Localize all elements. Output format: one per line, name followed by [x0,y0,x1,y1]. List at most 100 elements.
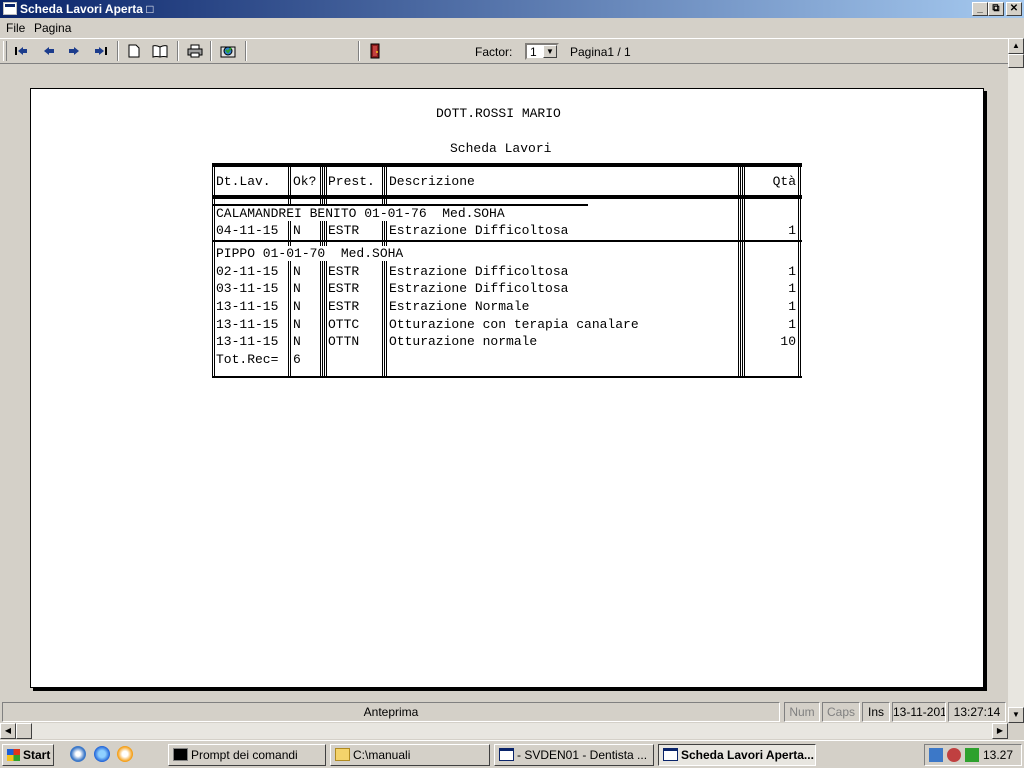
table-border [212,376,802,378]
close-button[interactable]: ✕ [1006,2,1022,16]
cell-ok: N [293,299,301,314]
scroll-right-icon[interactable]: ▶ [992,723,1008,739]
menu-file[interactable]: File [6,21,25,35]
window-icon [663,748,678,761]
cell-desc: Otturazione con terapia canalare [389,317,639,332]
header-desc: Descrizione [389,174,475,189]
first-page-icon[interactable] [12,42,30,60]
table-border [212,240,802,242]
cell-desc: Estrazione Difficoltosa [389,281,569,296]
cell-desc: Estrazione Normale [389,299,530,314]
cell-qty: 1 [788,317,796,332]
scroll-corner [1008,723,1024,739]
export-icon[interactable] [219,42,237,60]
task-button-folder[interactable]: C:\manuali [330,744,490,766]
scroll-up-icon[interactable]: ▲ [1008,38,1024,54]
scroll-down-icon[interactable]: ▼ [1008,707,1024,723]
toolbar-separator [245,41,247,61]
window-title: Scheda Lavori Aperta □ [20,2,154,16]
single-page-icon[interactable] [125,42,143,60]
header-date: Dt.Lav. [216,174,271,189]
status-mode: Anteprima [2,702,780,722]
cell-qty: 10 [780,334,796,349]
network-icon[interactable] [929,748,943,762]
task-label: C:\manuali [353,748,411,762]
task-label: - SVDEN01 - Dentista ... [517,748,648,762]
update-icon[interactable] [965,748,979,762]
cmd-icon [173,748,188,761]
ie-browser-icon[interactable] [94,746,110,762]
cell-date: 04-11-15 [216,223,279,238]
taskbar-clock: 13.27 [982,748,1013,762]
print-icon[interactable] [186,42,204,60]
task-button-svden[interactable]: - SVDEN01 - Dentista ... [494,744,654,766]
start-button[interactable]: Start [2,744,54,766]
vertical-scrollbar[interactable]: ▲ ▼ [1008,38,1024,723]
cell-desc: Estrazione Difficoltosa [389,223,569,238]
exit-door-icon[interactable] [366,42,384,60]
toolbar-grip[interactable] [3,41,7,61]
chevron-down-icon[interactable]: ▼ [543,45,557,58]
two-pages-icon[interactable] [151,42,169,60]
cell-prest: OTTC [328,317,360,332]
header-prest: Prest. [328,174,375,189]
task-label: Prompt dei comandi [191,748,298,762]
status-ins: Ins [862,702,890,722]
restore-button[interactable]: ⧉ [988,2,1004,16]
folder-icon [335,748,350,761]
cell-prest: OTTN [328,334,360,349]
minimize-button[interactable]: _ [972,2,988,16]
horizontal-scroll-thumb[interactable] [16,723,32,739]
menu-bar: File Pagina [0,18,1024,38]
toolbar-separator [210,41,212,61]
cell-ok: N [293,281,301,296]
report-title: DOTT.ROSSI MARIO [436,106,561,121]
toolbar-separator [117,41,119,61]
start-label: Start [23,748,51,762]
title-bar: Scheda Lavori Aperta □ _ ⧉ ✕ [0,0,1024,18]
next-page-icon[interactable] [65,42,83,60]
cell-date: 13-11-15 [216,299,279,314]
status-num: Num [784,702,820,722]
cell-date: 13-11-15 [216,334,279,349]
windows-logo-icon [7,749,20,761]
factor-select[interactable]: 1 ▼ [525,43,559,60]
vertical-scroll-thumb[interactable] [1008,54,1024,68]
prev-page-icon[interactable] [40,42,58,60]
factor-label: Factor: [475,45,513,59]
cell-qty: 1 [788,281,796,296]
scroll-left-icon[interactable]: ◀ [0,723,16,739]
cell-date: 13-11-15 [216,317,279,332]
cell-prest: ESTR [328,264,360,279]
menu-pagina[interactable]: Pagina [34,21,71,35]
taskbar: Start Prompt dei comandi C:\manuali - SV… [0,740,1024,768]
cell-qty: 1 [788,264,796,279]
desktop-icon[interactable] [70,746,86,762]
total-value: 6 [293,352,301,367]
toolbar-separator [358,41,360,61]
total-label: Tot.Rec= [216,352,279,367]
status-date: 13-11-2015 [892,702,946,722]
cell-ok: N [293,264,301,279]
toolbar-separator [177,41,179,61]
media-player-icon[interactable] [117,746,133,762]
status-time: 13:27:14 [948,702,1006,722]
task-label: Scheda Lavori Aperta... [681,748,814,762]
last-page-icon[interactable] [92,42,110,60]
cell-date: 02-11-15 [216,264,279,279]
task-button-scheda[interactable]: Scheda Lavori Aperta... [658,744,816,766]
page-indicator: Pagina1 / 1 [570,45,631,59]
security-icon[interactable] [947,748,961,762]
app-window-icon[interactable] [3,2,17,15]
table-border [212,163,802,167]
factor-value: 1 [530,45,537,59]
toolbar: Factor: 1 ▼ Pagina1 / 1 [0,38,1008,64]
horizontal-scrollbar[interactable]: ◀ ▶ [0,723,1008,739]
cell-ok: N [293,334,301,349]
status-caps: Caps [822,702,860,722]
cell-prest: ESTR [328,281,360,296]
task-button-prompt[interactable]: Prompt dei comandi [168,744,326,766]
cell-prest: ESTR [328,223,360,238]
report-subtitle: Scheda Lavori [450,141,552,156]
cell-desc: Estrazione Difficoltosa [389,264,569,279]
